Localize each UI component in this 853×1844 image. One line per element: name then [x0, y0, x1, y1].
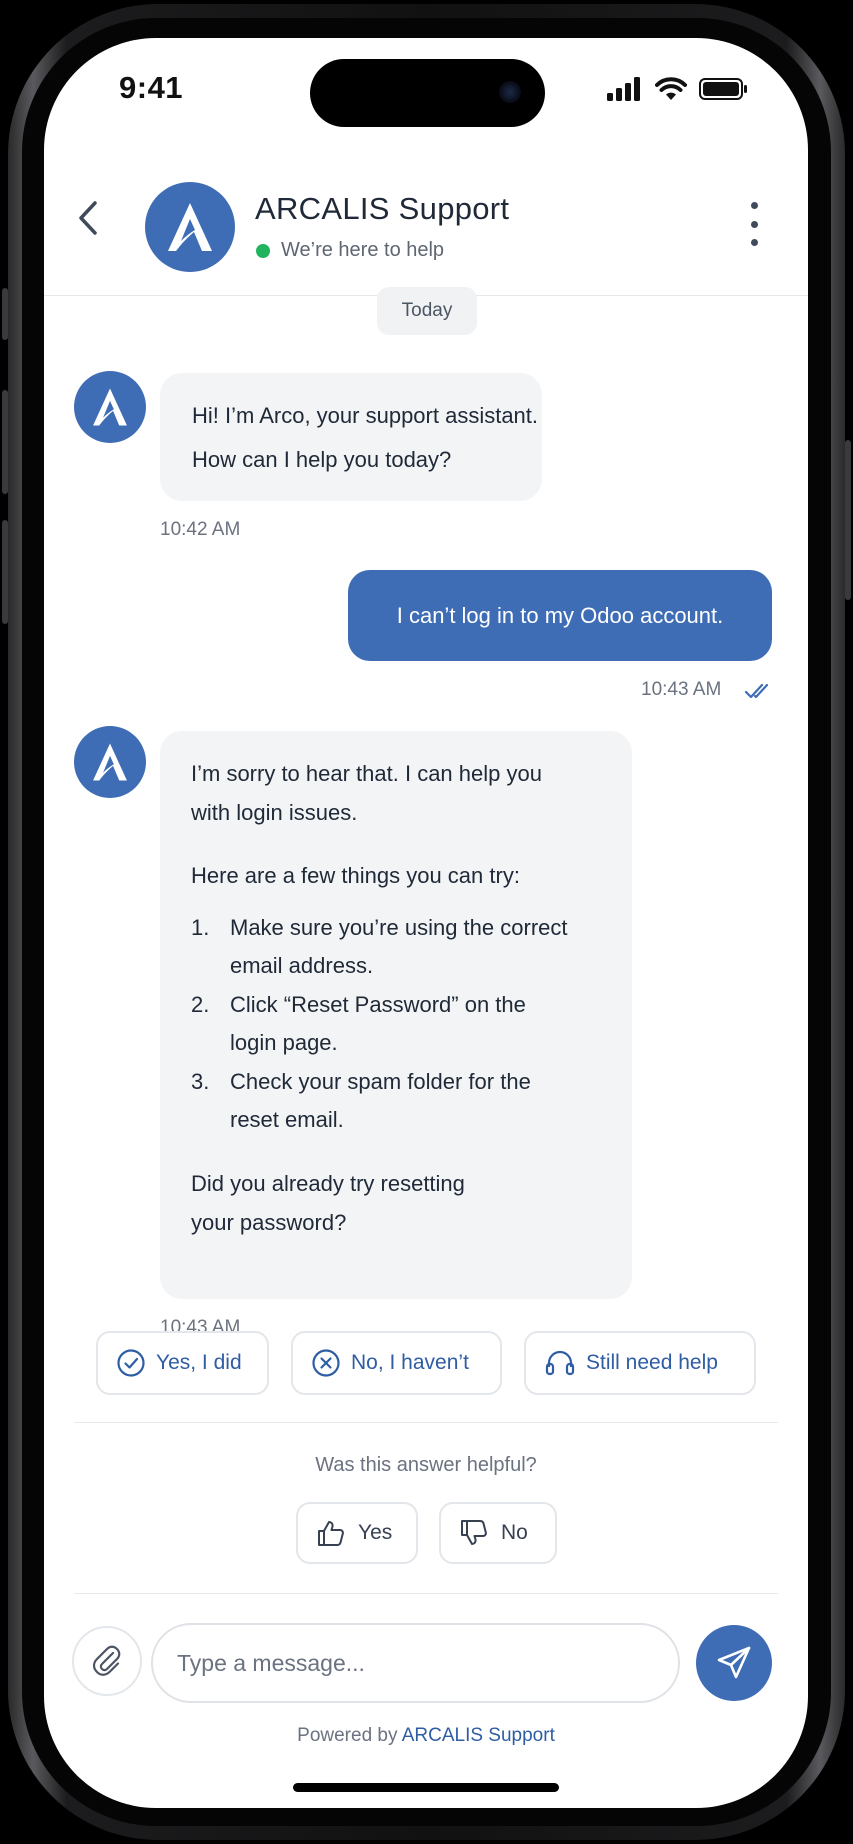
status-time: 9:41 — [119, 70, 184, 105]
headset-icon — [545, 1350, 575, 1376]
arcalis-logo-icon — [168, 203, 212, 251]
app-screen: 9:41 ARCALIS Support We’re here to help … — [44, 38, 808, 1808]
user-message-bubble: I can’t log in to my Odoo account. — [348, 570, 772, 661]
thumbs-up-icon — [318, 1521, 344, 1546]
wifi-icon — [655, 77, 687, 100]
more-dot — [750, 239, 758, 246]
step-number: 2. — [191, 992, 210, 1017]
quick-reply-yes-button[interactable]: Yes, I did — [96, 1331, 269, 1395]
chat-subtitle: We’re here to help — [281, 239, 445, 261]
helpful-no-label: No — [501, 1521, 528, 1544]
power-button — [845, 440, 851, 600]
helpful-yes-label: Yes — [358, 1521, 393, 1544]
chat-header: ARCALIS Support We’re here to help — [44, 138, 808, 296]
volume-up-button — [2, 390, 8, 494]
dynamic-island — [310, 59, 545, 127]
step-text: Click “Reset Password” on the — [230, 992, 526, 1017]
message-text: with login issues. — [191, 800, 358, 825]
arcalis-logo-icon — [93, 388, 127, 426]
step-number: 1. — [191, 915, 210, 940]
front-camera — [499, 81, 521, 103]
powered-by-footer: Powered by ARCALIS Support — [44, 1725, 808, 1747]
quick-reply-label: Still need help — [586, 1351, 718, 1374]
double-check-icon — [744, 683, 769, 699]
more-dot — [750, 202, 758, 209]
section-divider — [74, 1422, 778, 1423]
bot-avatar — [74, 726, 146, 798]
action-button — [2, 288, 8, 340]
bot-message-bubble: I’m sorry to hear that. I can help you w… — [160, 731, 632, 1299]
helpful-yes-button[interactable]: Yes — [296, 1502, 418, 1564]
paperclip-icon — [92, 1645, 121, 1676]
support-avatar — [145, 182, 235, 272]
check-circle-icon — [117, 1349, 145, 1377]
date-separator: Today — [377, 287, 477, 335]
online-status-dot — [256, 244, 270, 258]
message-text: Did you already try resetting — [191, 1171, 465, 1196]
message-timestamp: 10:43 AM — [641, 679, 722, 700]
message-text: your password? — [191, 1210, 347, 1235]
powered-by-prefix: Powered by — [297, 1725, 398, 1746]
bot-message-bubble: Hi! I’m Arco, your support assistant. Ho… — [160, 373, 542, 501]
step-text: Make sure you’re using the correct — [230, 915, 568, 940]
x-circle-icon — [312, 1349, 340, 1377]
attach-button[interactable] — [72, 1626, 142, 1696]
chat-title: ARCALIS Support — [255, 191, 510, 226]
message-text: I can’t log in to my Odoo account. — [396, 602, 724, 628]
powered-by-brand-link[interactable]: ARCALIS Support — [402, 1725, 555, 1746]
volume-down-button — [2, 520, 8, 624]
send-button[interactable] — [696, 1625, 772, 1701]
section-divider — [74, 1593, 778, 1594]
quick-reply-help-button[interactable]: Still need help — [524, 1331, 756, 1395]
battery-icon — [699, 78, 747, 100]
message-text: Hi! I’m Arco, your support assistant. — [192, 403, 539, 428]
bot-avatar — [74, 371, 146, 443]
list-heading: Here are a few things you can try: — [191, 863, 520, 888]
arcalis-logo-icon — [93, 743, 127, 781]
thumbs-down-icon — [461, 1520, 487, 1545]
step-text: Check your spam folder for the — [230, 1069, 531, 1094]
message-text: I’m sorry to hear that. I can help you — [191, 761, 542, 786]
phone-device: 9:41 ARCALIS Support We’re here to help … — [0, 0, 853, 1844]
message-text: How can I help you today? — [192, 447, 452, 472]
message-timestamp: 10:42 AM — [160, 519, 241, 540]
quick-reply-label: No, I haven’t — [351, 1351, 469, 1374]
chevron-left-icon — [79, 201, 97, 235]
quick-reply-label: Yes, I did — [156, 1351, 242, 1374]
step-text: email address. — [230, 953, 374, 978]
helpful-no-button[interactable]: No — [439, 1502, 557, 1564]
send-icon — [717, 1646, 751, 1679]
back-button[interactable] — [68, 195, 108, 241]
step-number: 3. — [191, 1069, 210, 1094]
more-dot — [750, 220, 758, 228]
step-text: reset email. — [230, 1107, 344, 1132]
quick-reply-no-button[interactable]: No, I haven’t — [291, 1331, 502, 1395]
step-text: login page. — [230, 1030, 338, 1055]
cellular-signal-icon — [607, 77, 640, 101]
status-icons — [607, 76, 749, 102]
feedback-question: Was this answer helpful? — [315, 1454, 537, 1476]
home-indicator[interactable] — [293, 1783, 559, 1792]
more-options-button[interactable] — [744, 202, 764, 246]
message-input[interactable] — [151, 1623, 680, 1703]
